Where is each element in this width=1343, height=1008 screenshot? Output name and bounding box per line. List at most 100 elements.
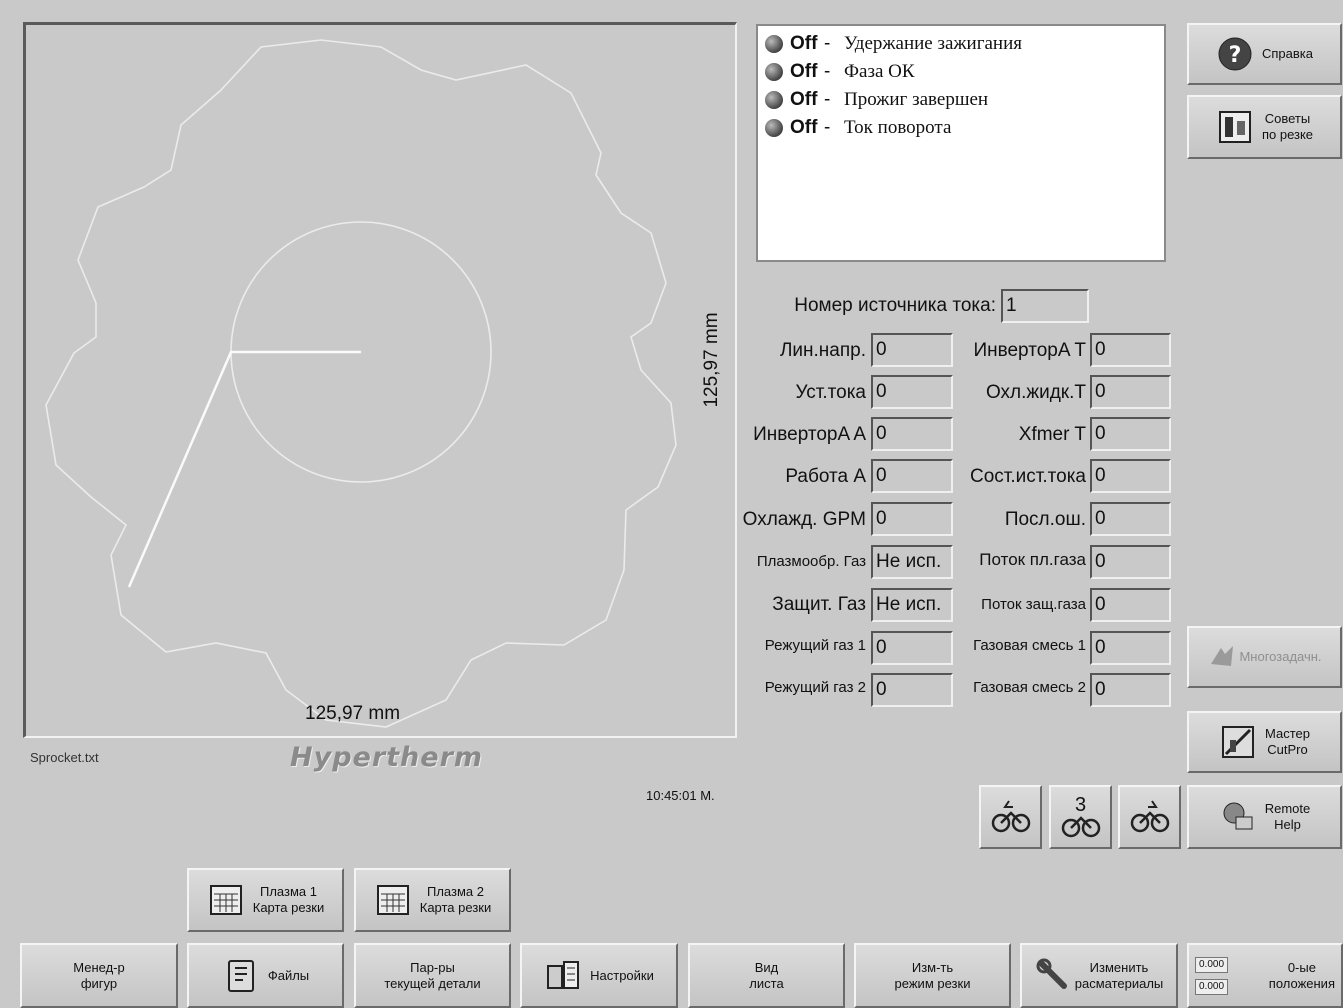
status-led-icon <box>765 63 783 81</box>
gas-mix-2-label: Газовая смесь 2 <box>973 679 1086 696</box>
files-button[interactable]: Файлы <box>187 943 344 1008</box>
gas-mix-2-field[interactable]: 0 <box>1090 673 1171 707</box>
change-consumables-button[interactable]: Изменить расматериалы <box>1020 943 1178 1008</box>
part-preview[interactable] <box>23 22 737 738</box>
status-row: Off - Удержание зажигания <box>758 30 1164 58</box>
zero-positions-button[interactable]: 0.000 0.000 0-ые положения <box>1187 943 1343 1008</box>
shape-manager-label: Менед-р фигур <box>73 959 125 991</box>
zero-readout-1: 0.000 <box>1195 956 1229 973</box>
current-setpoint-label: Уст.тока <box>795 382 866 403</box>
line-voltage-field[interactable]: 0 <box>871 333 953 367</box>
cut-tips-icon <box>1216 108 1254 146</box>
cut-chart-icon <box>374 881 412 919</box>
shield-gas-flow-field[interactable]: 0 <box>1090 588 1171 622</box>
height-dimension: 125,97 mm <box>701 312 722 408</box>
cut-gas-1-field[interactable]: 0 <box>871 631 953 665</box>
cut-gas-2-field[interactable]: 0 <box>871 673 953 707</box>
plasma-gas-flow-label: Поток пл.газа <box>979 550 1086 569</box>
torch-count-button[interactable]: 3 <box>1049 785 1112 849</box>
sprocket-drawing <box>45 39 677 728</box>
settings-icon <box>544 957 582 995</box>
status-row: Off - Прожиг завершен <box>758 86 1164 114</box>
multitask-button[interactable]: Многозадачн. <box>1187 626 1342 688</box>
power-source-label: Номер источника тока: <box>794 295 996 316</box>
shield-gas-flow-label: Поток защ.газа <box>981 596 1086 613</box>
power-source-field[interactable]: 1 <box>1001 289 1089 323</box>
settings-button[interactable]: Настройки <box>520 943 678 1008</box>
gas-mix-1-field[interactable]: 0 <box>1090 631 1171 665</box>
cut-gas-2-label: Режущий газ 2 <box>764 679 866 696</box>
status-led-icon <box>765 35 783 53</box>
line-voltage-label: Лин.напр. <box>779 340 866 361</box>
torch-count-icon: 3 <box>1061 795 1101 838</box>
status-dash: - <box>824 89 831 110</box>
status-row: Off - Ток поворота <box>758 114 1164 142</box>
sheet-view-label: Вид листа <box>749 959 784 991</box>
help-label: Справка <box>1262 46 1313 61</box>
inverter-a-temp-label: ИнверторA T <box>973 340 1086 361</box>
shield-gas-field[interactable]: Не исп. <box>871 588 953 622</box>
coolant-temp-field[interactable]: 0 <box>1090 375 1171 409</box>
sheet-view-button[interactable]: Вид листа <box>688 943 845 1008</box>
status-state: Off <box>790 89 818 110</box>
last-error-field[interactable]: 0 <box>1090 502 1171 536</box>
cut-mode-button[interactable]: Изм-ть режим резки <box>854 943 1011 1008</box>
status-label: Фаза ОК <box>844 61 915 82</box>
zero-readout-2: 0.000 <box>1195 978 1229 995</box>
width-dimension: 125,97 mm <box>305 703 401 724</box>
work-current-field[interactable]: 0 <box>871 459 953 493</box>
status-list: Off - Удержание зажигания Off - Фаза ОК … <box>756 24 1166 262</box>
cutpro-icon <box>1219 723 1257 761</box>
inverter-a-current-label: ИнверторA A <box>753 424 866 445</box>
status-led-icon <box>765 91 783 109</box>
plasma2-cut-chart-button[interactable]: Плазма 2 Карта резки <box>354 868 511 932</box>
power-supply-state-field[interactable]: 0 <box>1090 459 1171 493</box>
cut-path <box>127 350 361 588</box>
remote-help-icon <box>1219 798 1257 836</box>
remote-help-button[interactable]: Remote Help <box>1187 785 1342 849</box>
status-dash: - <box>824 61 831 82</box>
coolant-flow-field[interactable]: 0 <box>871 502 953 536</box>
plasma-gas-label: Плазмообр. Газ <box>756 553 866 570</box>
torch-forward-icon <box>1130 795 1170 839</box>
shape-manager-button[interactable]: Менед-р фигур <box>20 943 178 1008</box>
part-params-button[interactable]: Пар-ры текущей детали <box>354 943 511 1008</box>
torch-forward-button[interactable] <box>1118 785 1181 849</box>
status-led-icon <box>765 119 783 137</box>
cut-tips-button[interactable]: Советы по резке <box>1187 95 1342 159</box>
clock: 10:45:01 М. <box>646 788 715 803</box>
work-current-label: Работа А <box>785 466 866 487</box>
status-label: Прожиг завершен <box>844 89 989 110</box>
status-row: Off - Фаза ОК <box>758 58 1164 86</box>
plasma-gas-field[interactable]: Не исп. <box>871 545 953 579</box>
torch-back-icon <box>991 795 1031 839</box>
last-error-label: Посл.ош. <box>1004 509 1086 530</box>
plasma1-label: Плазма 1 Карта резки <box>252 884 325 915</box>
cutpro-label: Мастер CutPro <box>1265 726 1310 757</box>
zero-positions-label: 0-ые положения <box>1268 959 1335 991</box>
cut-chart-icon <box>207 881 245 919</box>
help-button[interactable]: ? Справка <box>1187 23 1342 85</box>
inverter-a-temp-field[interactable]: 0 <box>1090 333 1171 367</box>
status-dash: - <box>824 33 831 54</box>
zero-readouts: 0.000 0.000 <box>1195 956 1229 995</box>
current-setpoint-field[interactable]: 0 <box>871 375 953 409</box>
cut-tips-label: Советы по резке <box>1261 111 1314 142</box>
inverter-a-current-field[interactable]: 0 <box>871 417 953 451</box>
cutpro-wizard-button[interactable]: Мастер CutPro <box>1187 711 1342 773</box>
status-state: Off <box>790 117 818 138</box>
coolant-flow-label: Охлажд. GPM <box>742 509 866 530</box>
cut-gas-1-label: Режущий газ 1 <box>764 637 866 654</box>
remote-help-label: Remote Help <box>1264 801 1311 832</box>
status-state: Off <box>790 61 818 82</box>
sprocket-outline <box>45 39 677 728</box>
wrench-icon <box>1035 957 1073 995</box>
status-label: Удержание зажигания <box>844 33 1023 54</box>
plasma-gas-flow-field[interactable]: 0 <box>1090 545 1171 579</box>
change-consumables-label: Изменить расматериалы <box>1074 959 1164 991</box>
gas-mix-1-label: Газовая смесь 1 <box>973 637 1086 654</box>
torch-back-button[interactable] <box>979 785 1042 849</box>
transformer-temp-label: Xfmer T <box>1018 424 1086 445</box>
transformer-temp-field[interactable]: 0 <box>1090 417 1171 451</box>
plasma1-cut-chart-button[interactable]: Плазма 1 Карта резки <box>187 868 344 932</box>
